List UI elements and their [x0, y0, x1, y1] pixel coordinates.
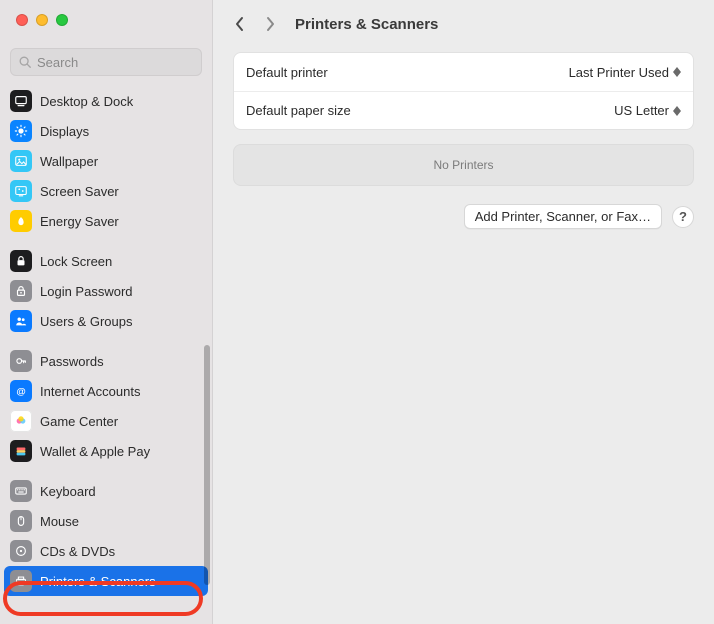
sidebar: Desktop & Dock Displays Wallpaper Screen Sa… — [0, 0, 213, 624]
passwords-icon — [10, 350, 32, 372]
printer-icon — [10, 570, 32, 592]
search-input[interactable] — [37, 55, 194, 70]
sidebar-item-wallet[interactable]: Wallet & Apple Pay — [0, 436, 212, 466]
settings-row-value-text: Last Printer Used — [569, 65, 669, 80]
forward-button[interactable] — [259, 10, 281, 38]
zoom-window-button[interactable] — [56, 14, 68, 26]
sidebar-item-passwords[interactable]: Passwords — [0, 346, 212, 376]
sidebar-item-label: Screen Saver — [40, 184, 119, 199]
add-printer-button[interactable]: Add Printer, Scanner, or Fax… — [464, 204, 662, 229]
users-groups-icon — [10, 310, 32, 332]
settings-row-label: Default printer — [246, 65, 328, 80]
page-title: Printers & Scanners — [295, 16, 438, 33]
sidebar-item-disc[interactable]: CDs & DVDs — [0, 536, 212, 566]
sidebar-item-users-groups[interactable]: Users & Groups — [0, 306, 212, 336]
window-controls — [0, 0, 212, 40]
sidebar-item-label: CDs & DVDs — [40, 544, 115, 559]
sidebar-item-lock-screen[interactable]: Lock Screen — [0, 246, 212, 276]
back-button[interactable] — [229, 10, 251, 38]
sidebar-item-game-center[interactable]: Game Center — [0, 406, 212, 436]
sidebar-item-label: Wallpaper — [40, 154, 98, 169]
sidebar-item-label: Printers & Scanners — [40, 574, 156, 589]
chevron-left-icon — [235, 16, 245, 32]
sidebar-item-label: Internet Accounts — [40, 384, 140, 399]
empty-state-label: No Printers — [433, 158, 493, 172]
chevron-right-icon — [265, 16, 275, 32]
sidebar-item-wallpaper[interactable]: Wallpaper — [0, 146, 212, 176]
desktop-dock-icon — [10, 90, 32, 112]
settings-row-value[interactable]: Last Printer Used — [569, 65, 681, 80]
settings-card: Default printerLast Printer UsedDefault … — [233, 52, 694, 130]
sidebar-item-label: Desktop & Dock — [40, 94, 133, 109]
footer-row: Add Printer, Scanner, or Fax… ? — [233, 204, 694, 229]
sidebar-scrollbar[interactable] — [204, 345, 210, 585]
keyboard-icon — [10, 480, 32, 502]
sidebar-item-label: Login Password — [40, 284, 133, 299]
up-down-icon — [673, 106, 681, 116]
sidebar-item-energy-saver[interactable]: Energy Saver — [0, 206, 212, 236]
settings-window: Desktop & Dock Displays Wallpaper Screen Sa… — [0, 0, 714, 624]
up-down-icon — [673, 67, 681, 77]
settings-row[interactable]: Default paper size US Letter — [234, 91, 693, 129]
sidebar-item-label: Displays — [40, 124, 89, 139]
sidebar-item-label: Lock Screen — [40, 254, 112, 269]
disc-icon — [10, 540, 32, 562]
settings-row-value[interactable]: US Letter — [614, 103, 681, 118]
mouse-icon — [10, 510, 32, 532]
printers-empty-state: No Printers — [233, 144, 694, 186]
settings-row[interactable]: Default printer Last Printer Used — [234, 53, 693, 91]
close-window-button[interactable] — [16, 14, 28, 26]
sidebar-item-keyboard[interactable]: Keyboard — [0, 476, 212, 506]
svg-text:@: @ — [16, 387, 25, 398]
sidebar-item-label: Users & Groups — [40, 314, 132, 329]
sidebar-item-label: Mouse — [40, 514, 79, 529]
sidebar-item-printer[interactable]: Printers & Scanners — [4, 566, 208, 596]
titlebar: Printers & Scanners — [213, 0, 714, 48]
sidebar-item-label: Keyboard — [40, 484, 96, 499]
settings-row-value-text: US Letter — [614, 103, 669, 118]
lock-screen-icon — [10, 250, 32, 272]
game-center-icon — [10, 410, 32, 432]
sidebar-item-desktop-dock[interactable]: Desktop & Dock — [0, 86, 212, 116]
sidebar-item-label: Wallet & Apple Pay — [40, 444, 150, 459]
wallet-icon — [10, 440, 32, 462]
wallpaper-icon — [10, 150, 32, 172]
search-icon — [18, 55, 32, 69]
sidebar-item-label: Passwords — [40, 354, 104, 369]
sidebar-item-mouse[interactable]: Mouse — [0, 506, 212, 536]
minimize-window-button[interactable] — [36, 14, 48, 26]
sidebar-item-internet[interactable]: @ Internet Accounts — [0, 376, 212, 406]
settings-row-label: Default paper size — [246, 103, 351, 118]
search-field[interactable] — [10, 48, 202, 76]
sidebar-item-displays[interactable]: Displays — [0, 116, 212, 146]
main-content: Printers & Scanners Default printer Last … — [213, 0, 714, 624]
displays-icon — [10, 120, 32, 142]
sidebar-item-label: Energy Saver — [40, 214, 119, 229]
energy-saver-icon — [10, 210, 32, 232]
sidebar-item-login-pass[interactable]: Login Password — [0, 276, 212, 306]
internet-icon: @ — [10, 380, 32, 402]
sidebar-item-label: Game Center — [40, 414, 118, 429]
sidebar-item-screen-saver[interactable]: Screen Saver — [0, 176, 212, 206]
login-pass-icon — [10, 280, 32, 302]
screen-saver-icon — [10, 180, 32, 202]
sidebar-list[interactable]: Desktop & Dock Displays Wallpaper Screen Sa… — [0, 86, 212, 624]
help-button[interactable]: ? — [672, 206, 694, 228]
